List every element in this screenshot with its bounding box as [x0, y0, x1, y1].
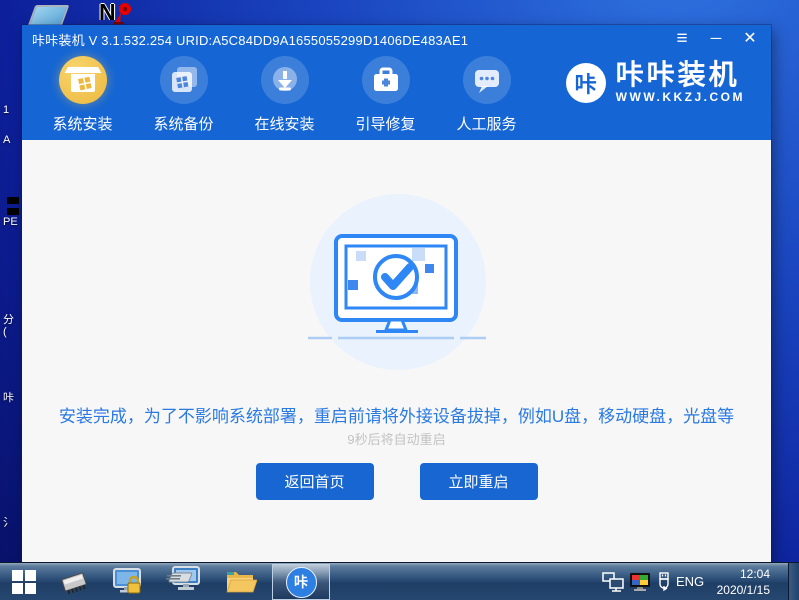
desktop-label-fragment[interactable]: ( [3, 326, 7, 338]
toolbox-icon [362, 56, 410, 104]
chat-icon [463, 56, 511, 104]
taskbar-item-remote[interactable] [106, 565, 150, 599]
nav-item-system-install[interactable]: 系统安装 [32, 56, 133, 134]
start-button[interactable] [0, 563, 48, 600]
windows-logo-icon [12, 570, 36, 594]
display-settings-tray-icon[interactable] [629, 572, 651, 597]
nav-item-boot-repair[interactable]: 引导修复 [335, 56, 436, 134]
clock[interactable]: 12:04 2020/1/15 [717, 566, 770, 598]
nav-bar: 系统安装 系统备份 [32, 56, 537, 134]
window-title: 咔咔装机 V 3.1.532.254 URID:A5C84DD9A1655055… [32, 30, 468, 49]
monitor-check-illustration [306, 232, 492, 344]
computer-keyboard-icon [163, 566, 201, 598]
desktop: { "desktop": { "fragments": ["1", "A", "… [0, 0, 799, 600]
backup-windows-icon [160, 56, 208, 104]
desktop-label-fragment[interactable]: A [3, 134, 10, 146]
usb-tray-icon[interactable] [656, 572, 672, 597]
brand-logo: 咔 咔咔装机 WWW.KKZJ.COM [566, 61, 745, 104]
window-controls: ≡ ─ ✕ [673, 29, 759, 49]
nav-label: 引导修复 [355, 113, 415, 134]
clock-time: 12:04 [717, 566, 770, 582]
taskbar-item-explorer[interactable] [218, 565, 262, 599]
desktop-label-fragment[interactable]: 1 [3, 104, 9, 116]
kaka-installer-window: 咔咔装机 V 3.1.532.254 URID:A5C84DD9A1655055… [22, 25, 771, 562]
minimize-icon[interactable]: ─ [707, 29, 725, 49]
install-box-icon [59, 56, 107, 104]
taskbar: 咔 ENG 12:04 2020/1/ [0, 562, 799, 600]
nav-label: 系统安装 [52, 113, 112, 134]
restart-countdown: 9秒后将自动重启 [22, 429, 771, 448]
kaka-logo-icon: 咔 [566, 63, 606, 103]
menu-icon[interactable]: ≡ [673, 29, 691, 49]
red-key-icon [112, 1, 138, 27]
taskbar-item-chip[interactable] [52, 565, 96, 599]
desktop-label-fragment[interactable]: 氵 [3, 514, 14, 530]
title-bar[interactable]: 咔咔装机 V 3.1.532.254 URID:A5C84DD9A1655055… [22, 25, 771, 53]
nav-label: 人工服务 [456, 113, 516, 134]
desktop-icon-nkey[interactable]: N [99, 1, 139, 25]
desktop-icon-fragment [7, 208, 19, 215]
clock-date: 2020/1/15 [717, 582, 770, 598]
memory-chip-icon [56, 567, 92, 597]
return-home-button[interactable]: 返回首页 [256, 463, 374, 500]
show-desktop-button[interactable] [788, 563, 799, 600]
close-icon[interactable]: ✕ [741, 29, 759, 49]
nav-item-online-install[interactable]: 在线安装 [234, 56, 335, 134]
restart-now-button[interactable]: 立即重启 [420, 463, 538, 500]
download-icon [261, 56, 309, 104]
nav-label: 系统备份 [153, 113, 213, 134]
desktop-label-fragment[interactable]: 咔 [3, 389, 14, 405]
action-buttons: 返回首页 立即重启 [22, 463, 771, 500]
nav-item-system-backup[interactable]: 系统备份 [133, 56, 234, 134]
kaka-app-icon: 咔 [286, 567, 317, 598]
monitor-lock-icon [111, 567, 145, 597]
nav-label: 在线安装 [254, 113, 314, 134]
nav-item-customer-service[interactable]: 人工服务 [436, 56, 537, 134]
desktop-label-fragment[interactable]: PE [3, 216, 18, 228]
taskbar-item-kaka-active[interactable]: 咔 [272, 564, 330, 600]
folder-icon [223, 568, 257, 596]
taskbar-item-pc-keyboard[interactable] [160, 565, 204, 599]
window-header: 咔咔装机 V 3.1.532.254 URID:A5C84DD9A1655055… [22, 25, 771, 140]
brand-name: 咔咔装机 [616, 61, 745, 89]
network-tray-icon[interactable] [602, 572, 626, 597]
install-complete-message: 安装完成，为了不影响系统部署，重启前请将外接设备拔掉，例如U盘，移动硬盘，光盘等 [22, 402, 771, 427]
desktop-label-fragment[interactable]: 分 [3, 311, 14, 327]
language-indicator[interactable]: ENG [676, 574, 704, 589]
desktop-icon-fragment [7, 197, 19, 204]
brand-url: WWW.KKZJ.COM [616, 90, 745, 104]
